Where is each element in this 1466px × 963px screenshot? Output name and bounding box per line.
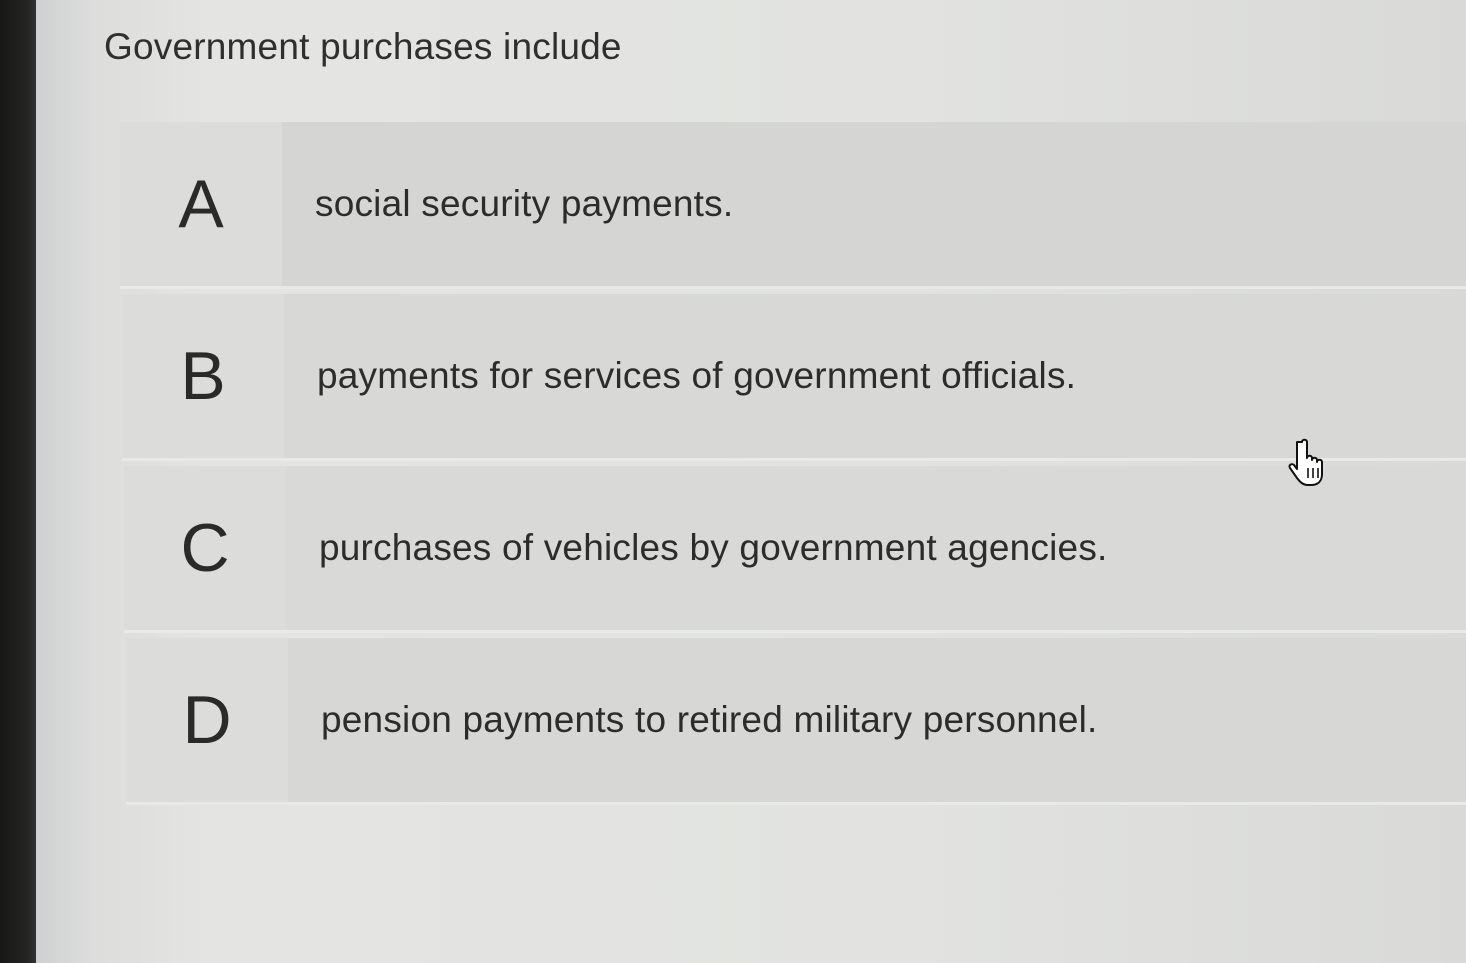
quiz-screen: Government purchases include A social se… xyxy=(36,0,1466,963)
option-text: pension payments to retired military per… xyxy=(321,699,1098,740)
option-b[interactable]: B payments for services of government of… xyxy=(122,294,1466,461)
option-d[interactable]: D pension payments to retired military p… xyxy=(126,638,1466,805)
option-letter-cell: A xyxy=(120,122,282,286)
option-letter: D xyxy=(182,682,232,758)
option-text-cell: social security payments. xyxy=(282,122,1466,286)
question-text: Government purchases include xyxy=(104,26,622,67)
monitor-bezel xyxy=(0,0,40,963)
option-letter: A xyxy=(178,166,224,242)
option-text: payments for services of government offi… xyxy=(317,355,1077,396)
option-text-cell: purchases of vehicles by government agen… xyxy=(286,466,1466,630)
option-c[interactable]: C purchases of vehicles by government ag… xyxy=(124,466,1466,633)
option-letter: B xyxy=(180,338,226,414)
option-text-cell: pension payments to retired military per… xyxy=(288,638,1466,802)
answer-options: A social security payments. B payments f… xyxy=(120,122,1466,810)
option-letter-cell: B xyxy=(122,294,284,458)
option-a[interactable]: A social security payments. xyxy=(120,122,1466,289)
option-text: social security payments. xyxy=(315,183,734,224)
option-text: purchases of vehicles by government agen… xyxy=(319,527,1108,568)
option-letter-cell: D xyxy=(126,638,288,802)
option-letter-cell: C xyxy=(124,466,286,630)
option-text-cell: payments for services of government offi… xyxy=(284,294,1466,458)
hand-pointer-icon xyxy=(1288,438,1323,486)
option-letter: C xyxy=(180,510,230,586)
